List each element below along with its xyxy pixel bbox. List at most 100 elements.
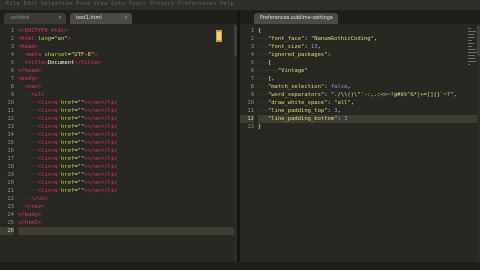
code-line[interactable]: ———"font_size": 13, bbox=[258, 43, 321, 51]
code-line[interactable]: </body> bbox=[18, 211, 41, 219]
code-line[interactable]: ······<li><a href=""></a></li> bbox=[18, 139, 117, 147]
code-line[interactable]: ······<li><a href=""></a></li> bbox=[18, 107, 117, 115]
code-line[interactable]: ······<li><a href=""></a></li> bbox=[18, 179, 117, 187]
code-token: ></a></li> bbox=[84, 100, 118, 106]
code-area[interactable]: <!DOCTYPE html> <html lang="en"> <head> ··<… bbox=[18, 24, 237, 262]
code-line[interactable]: <head> bbox=[18, 43, 38, 51]
line-number: 11 bbox=[7, 108, 14, 114]
line-number: 13 bbox=[7, 124, 14, 130]
code-token: <li><a bbox=[37, 148, 58, 154]
code-token: "word_separators" bbox=[267, 92, 325, 98]
code-token: ·· bbox=[18, 204, 25, 210]
code-token: ······ bbox=[18, 148, 38, 154]
code-token: <li><a bbox=[37, 164, 58, 170]
code-token: ——— bbox=[258, 36, 268, 42]
code-token: ——— bbox=[258, 116, 268, 122]
code-line[interactable]: </html> bbox=[18, 219, 41, 227]
code-line[interactable]: </head> bbox=[18, 67, 41, 75]
code-line[interactable]: ····</ul> bbox=[18, 195, 48, 203]
code-line[interactable]: ———"ignored_packages": bbox=[258, 51, 331, 59]
line-number: 2 bbox=[250, 36, 254, 42]
tab-label: test1.html bbox=[76, 15, 102, 21]
code-line[interactable]: ··<nav> bbox=[18, 83, 41, 91]
code-line[interactable]: } bbox=[258, 123, 261, 131]
close-icon[interactable]: × bbox=[330, 13, 334, 24]
code-token: ></a></li> bbox=[84, 116, 118, 122]
tab-untitled[interactable]: untitled × bbox=[4, 13, 66, 24]
code-token: ——— bbox=[258, 108, 268, 114]
code-token: ······ bbox=[18, 140, 38, 146]
code-token: 13 bbox=[311, 44, 318, 50]
code-line[interactable]: <html lang="en"> bbox=[18, 35, 71, 43]
code-line[interactable]: ———"word_separators": "./\\()\"'-:,.;<>~… bbox=[258, 91, 457, 99]
line-number: 24 bbox=[7, 212, 14, 218]
code-token: : bbox=[327, 52, 331, 58]
code-line[interactable]: ———"line_padding_bottom": 3 bbox=[258, 115, 480, 123]
code-token: <head> bbox=[18, 44, 38, 50]
code-line[interactable]: ······<li><a href=""></a></li> bbox=[18, 147, 117, 155]
code-area[interactable]: {———"font_face": "NanumGothicCoding", ———… bbox=[258, 24, 480, 262]
code-line[interactable]: ······<li><a href=""></a></li> bbox=[18, 123, 117, 131]
line-number: 19 bbox=[7, 172, 14, 178]
code-line[interactable]: ······<li><a href=""></a></li> bbox=[18, 187, 117, 195]
code-line[interactable]: ———], bbox=[258, 75, 275, 83]
code-token: ······ bbox=[18, 116, 38, 122]
code-line[interactable]: ··<title>Document</title> bbox=[18, 59, 101, 67]
code-token: ······ bbox=[18, 164, 38, 170]
code-line[interactable]: ······<li><a href=""></a></li> bbox=[18, 99, 117, 107]
right-editor-pane[interactable]: Preferences.sublime-settings × 123456789… bbox=[240, 10, 480, 262]
code-line[interactable]: ······<li><a href=""></a></li> bbox=[18, 131, 117, 139]
code-token: , bbox=[347, 84, 351, 90]
line-number: 1 bbox=[250, 28, 254, 34]
code-line[interactable]: { bbox=[258, 27, 261, 35]
code-token: lang bbox=[34, 36, 52, 42]
code-token: ></a></li> bbox=[84, 148, 118, 154]
code-line[interactable]: <!DOCTYPE html> bbox=[18, 27, 68, 35]
code-line[interactable]: ———[ bbox=[258, 59, 271, 67]
line-number: 10 bbox=[7, 100, 14, 106]
left-editor-pane[interactable]: untitled × test1.html × 1 2 3 4 5 6 7 8 9 10 11 12 1… bbox=[0, 10, 237, 262]
code-line[interactable]: ······<li><a href=""></a></li> bbox=[18, 115, 117, 123]
code-token: ——— bbox=[258, 92, 268, 98]
code-token: <li><a bbox=[37, 172, 58, 178]
code-line[interactable]: <body> bbox=[18, 75, 38, 83]
code-line[interactable]: ··</nav> bbox=[18, 203, 45, 211]
title-bar: File Edit Selection Find View Goto Tools… bbox=[0, 0, 480, 10]
code-line[interactable]: ······<li><a href=""></a></li> bbox=[18, 155, 117, 163]
close-icon[interactable]: × bbox=[124, 13, 128, 24]
tab-test1-html[interactable]: test1.html × bbox=[70, 13, 132, 24]
code-line[interactable]: ······<li><a href=""></a></li> bbox=[18, 163, 117, 171]
close-icon[interactable]: × bbox=[58, 13, 62, 24]
code-token: ······ bbox=[18, 108, 38, 114]
code-token: </ul> bbox=[31, 196, 48, 202]
code-line[interactable]: ———"line_padding_top": 3, bbox=[258, 107, 341, 115]
code-token: ></a></li> bbox=[84, 172, 118, 178]
code-token: ></a></li> bbox=[84, 164, 118, 170]
tab-preferences[interactable]: Preferences.sublime-settings × bbox=[254, 13, 338, 24]
code-token: <li><a bbox=[37, 116, 58, 122]
code-token: : bbox=[304, 44, 311, 50]
line-number: 5 bbox=[250, 60, 254, 66]
code-token: href bbox=[57, 164, 75, 170]
code-token: > bbox=[94, 52, 98, 58]
code-line[interactable]: ······<li><a href=""></a></li> bbox=[18, 171, 117, 179]
code-token: ·· bbox=[18, 60, 25, 66]
code-line[interactable]: ··<meta charset="UTF-8"> bbox=[18, 51, 98, 59]
code-line[interactable] bbox=[18, 227, 237, 235]
code-line[interactable]: ———"font_face": "NanumGothicCoding", bbox=[258, 35, 377, 43]
code-token: <ul> bbox=[31, 92, 45, 98]
code-line[interactable]: ———"match_selection": false, bbox=[258, 83, 351, 91]
code-line[interactable]: ———"draw_white_space": "all", bbox=[258, 99, 354, 107]
menu-bar[interactable]: File Edit Selection Find View Goto Tools… bbox=[6, 1, 234, 7]
code-token: : bbox=[304, 36, 311, 42]
code-token: "./\\()\"'-:,.;<>~!@#$%^&*|+=[]{}`~?" bbox=[330, 92, 454, 98]
code-line[interactable]: ——————"Vintage" bbox=[258, 67, 308, 75]
code-token: ——— bbox=[258, 84, 268, 90]
line-number: 8 bbox=[250, 84, 254, 90]
code-token: } bbox=[258, 124, 262, 130]
line-number: 8 bbox=[10, 84, 14, 90]
line-number: 3 bbox=[10, 44, 14, 50]
code-token: href bbox=[57, 100, 75, 106]
code-line[interactable]: ····<ul> bbox=[18, 91, 45, 99]
left-tab-bar: untitled × test1.html × bbox=[0, 10, 237, 24]
